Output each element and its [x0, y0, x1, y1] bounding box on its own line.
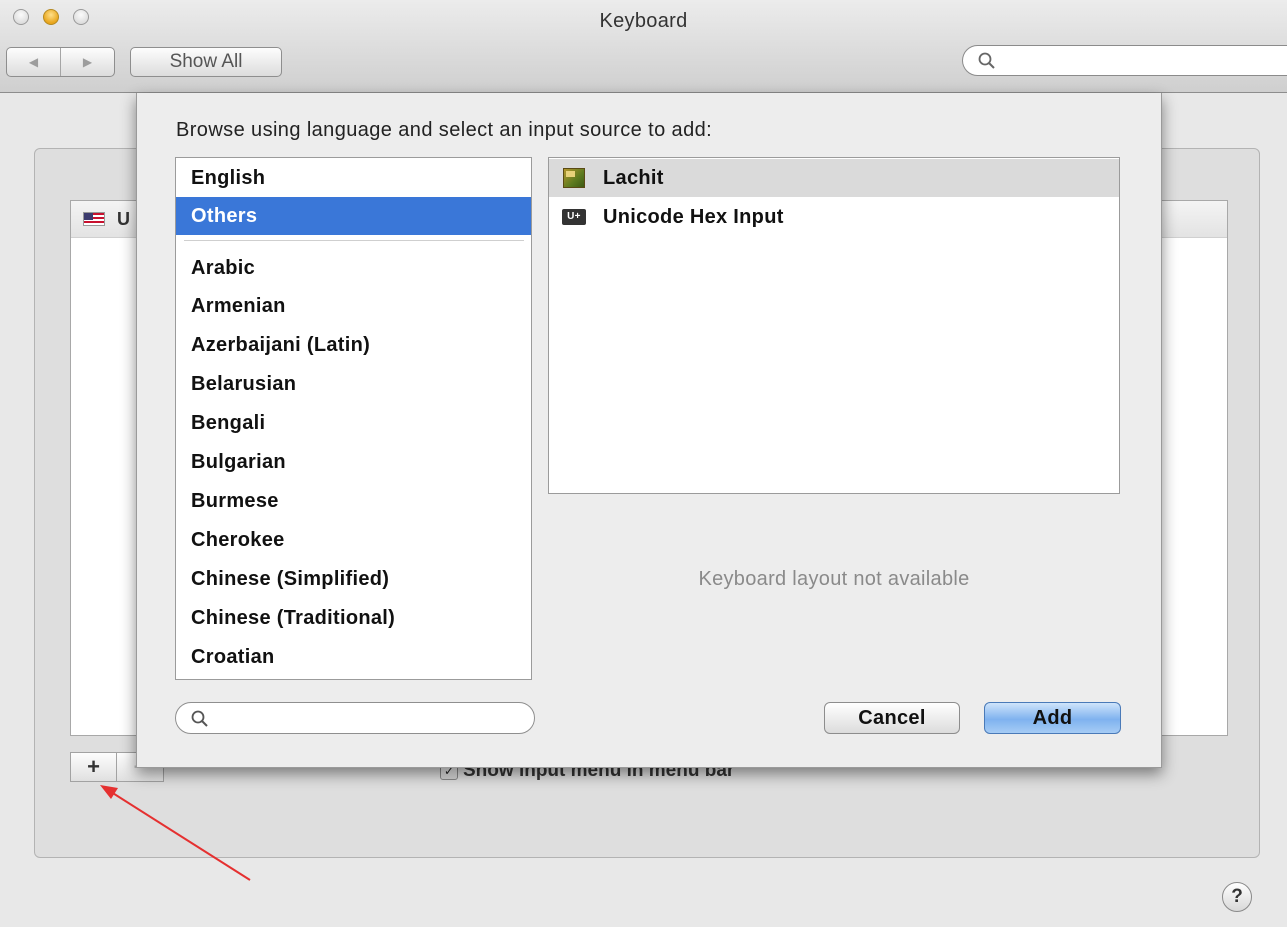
source-item-unicode-hex-input[interactable]: U+ Unicode Hex Input — [549, 198, 1119, 236]
language-item-croatian[interactable]: Croatian — [176, 638, 531, 676]
source-label: Lachit — [603, 167, 664, 189]
language-item-arabic[interactable]: Arabic — [176, 249, 531, 287]
cancel-button[interactable]: Cancel — [824, 702, 960, 734]
language-item-burmese[interactable]: Burmese — [176, 482, 531, 520]
language-item-armenian[interactable]: Armenian — [176, 287, 531, 325]
input-source-list[interactable]: Lachit U+ Unicode Hex Input — [548, 157, 1120, 494]
sheet-prompt: Browse using language and select an inpu… — [176, 119, 713, 141]
language-item-chinese-traditional[interactable]: Chinese (Traditional) — [176, 599, 531, 637]
language-item-cherokee[interactable]: Cherokee — [176, 521, 531, 559]
language-item-azerbaijani[interactable]: Azerbaijani (Latin) — [176, 326, 531, 364]
source-item-lachit[interactable]: Lachit — [549, 159, 1119, 197]
source-label: Unicode Hex Input — [603, 206, 784, 228]
language-item-english[interactable]: English — [176, 159, 531, 197]
search-icon — [191, 710, 208, 727]
lachit-icon — [563, 168, 585, 188]
help-button[interactable]: ? — [1222, 882, 1252, 912]
language-search-field[interactable] — [175, 702, 535, 734]
add-button[interactable]: Add — [984, 702, 1121, 734]
language-item-bengali[interactable]: Bengali — [176, 404, 531, 442]
language-separator — [184, 240, 524, 241]
language-item-chinese-simplified[interactable]: Chinese (Simplified) — [176, 560, 531, 598]
language-list[interactable]: English Others Arabic Armenian Azerbaija… — [175, 157, 532, 680]
language-search-input[interactable] — [218, 707, 522, 731]
keyboard-layout-message: Keyboard layout not available — [698, 568, 970, 590]
unicode-hex-icon: U+ — [562, 209, 586, 225]
language-item-others[interactable]: Others — [176, 197, 531, 235]
language-item-bulgarian[interactable]: Bulgarian — [176, 443, 531, 481]
language-item-belarusian[interactable]: Belarusian — [176, 365, 531, 403]
